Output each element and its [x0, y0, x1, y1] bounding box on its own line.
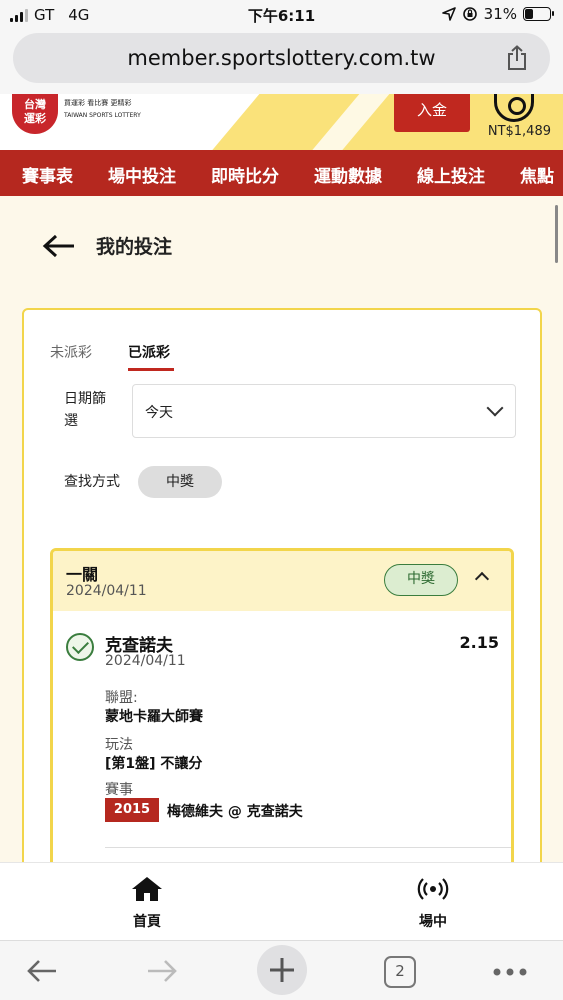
- league-value: 蒙地卡羅大師賽: [105, 709, 203, 725]
- status-right: 31%: [441, 5, 554, 23]
- divider: [105, 847, 511, 848]
- logo-slogan: 買運彩 看比賽 更精彩 TAIWAN SPORTS LOTTERY: [64, 98, 141, 119]
- status-badge: 中獎: [384, 564, 458, 596]
- bet-date: 2024/04/11: [66, 583, 147, 599]
- url-text[interactable]: member.sportslottery.com.tw: [13, 46, 550, 70]
- back-arrow-icon[interactable]: [42, 233, 76, 259]
- event-name: 梅德維夫 @ 克查諾夫: [167, 804, 303, 820]
- selection-odds: 2.15: [459, 633, 499, 652]
- back-icon[interactable]: [26, 959, 58, 983]
- chevron-down-icon: [486, 399, 504, 417]
- event-number: 2015: [105, 798, 159, 822]
- forward-icon[interactable]: [146, 959, 178, 983]
- bets-card: 未派彩 已派彩 日期篩選 今天 查找方式 中獎 一關 2024/04/11 中獎…: [22, 308, 542, 908]
- tab-settled[interactable]: 已派彩: [128, 342, 170, 362]
- address-bar[interactable]: member.sportslottery.com.tw: [13, 33, 550, 83]
- tab-unsettled[interactable]: 未派彩: [50, 342, 92, 362]
- browser-toolbar: 2: [0, 940, 563, 1000]
- battery-percent: 31%: [483, 5, 517, 23]
- location-icon: [441, 7, 456, 21]
- nav-item-schedule[interactable]: 賽事表: [22, 162, 73, 187]
- account-balance: NT$1,489: [487, 124, 551, 139]
- bottom-tab-bar: 首頁 場中: [0, 862, 563, 940]
- home-icon: [132, 877, 162, 901]
- broadcast-icon: [417, 878, 449, 900]
- share-icon[interactable]: [506, 45, 528, 71]
- market-label: 玩法: [105, 737, 133, 753]
- more-icon[interactable]: [492, 967, 528, 977]
- site-header: 台灣 運彩 買運彩 看比賽 更精彩 TAIWAN SPORTS LOTTERY 入…: [0, 94, 563, 150]
- date-filter-select[interactable]: 今天: [132, 384, 516, 438]
- bet-item: 一關 2024/04/11 中獎 克查諾夫 2.15 2024/04/11 聯盟…: [50, 548, 514, 888]
- new-tab-button[interactable]: [257, 945, 307, 995]
- scroll-indicator: [555, 205, 558, 263]
- nav-item-sports-stats[interactable]: 運動數據: [314, 162, 382, 187]
- date-filter-value: 今天: [145, 405, 173, 421]
- main-nav: 賽事表 場中投注 即時比分 運動數據 線上投注 焦點: [0, 150, 563, 196]
- nav-item-online-betting[interactable]: 線上投注: [417, 162, 485, 187]
- tab-underline: [128, 368, 174, 371]
- page-title: 我的投注: [96, 236, 173, 258]
- status-bar: GT 4G 下午6:11 31%: [0, 0, 563, 30]
- tab-live[interactable]: 場中: [383, 875, 483, 931]
- tab-home[interactable]: 首頁: [97, 875, 197, 931]
- selection-date: 2024/04/11: [105, 653, 186, 669]
- site-logo[interactable]: 台灣 運彩: [12, 94, 58, 134]
- tab-live-label: 場中: [419, 914, 447, 930]
- nav-item-live-betting[interactable]: 場中投注: [108, 162, 176, 187]
- search-method-chip[interactable]: 中獎: [138, 466, 222, 498]
- tab-home-label: 首頁: [133, 914, 161, 930]
- bet-type: 一關: [66, 565, 99, 584]
- nav-item-focus[interactable]: 焦點: [520, 162, 554, 187]
- league-label: 聯盟:: [105, 690, 138, 706]
- logo-slogan-zh: 買運彩 看比賽 更精彩: [64, 99, 132, 107]
- market-value: [第1盤] 不讓分: [105, 756, 203, 772]
- page-header: 我的投注: [42, 232, 172, 259]
- date-filter-label: 日期篩選: [64, 391, 106, 429]
- tabs-icon[interactable]: 2: [384, 956, 416, 988]
- deposit-button[interactable]: 入金: [394, 94, 470, 132]
- event-label: 賽事: [105, 782, 133, 798]
- search-method-label: 查找方式: [64, 474, 120, 490]
- plus-icon: [270, 958, 294, 982]
- browser-address-area: member.sportslottery.com.tw: [0, 30, 563, 94]
- logo-slogan-en: TAIWAN SPORTS LOTTERY: [64, 112, 141, 119]
- chevron-up-icon[interactable]: [474, 571, 490, 587]
- battery-icon: [523, 7, 554, 21]
- rotation-lock-icon: [462, 7, 477, 21]
- check-circle-icon: [66, 633, 94, 661]
- nav-item-live-scores[interactable]: 即時比分: [211, 162, 279, 187]
- bet-header[interactable]: 一關 2024/04/11 中獎: [53, 551, 511, 611]
